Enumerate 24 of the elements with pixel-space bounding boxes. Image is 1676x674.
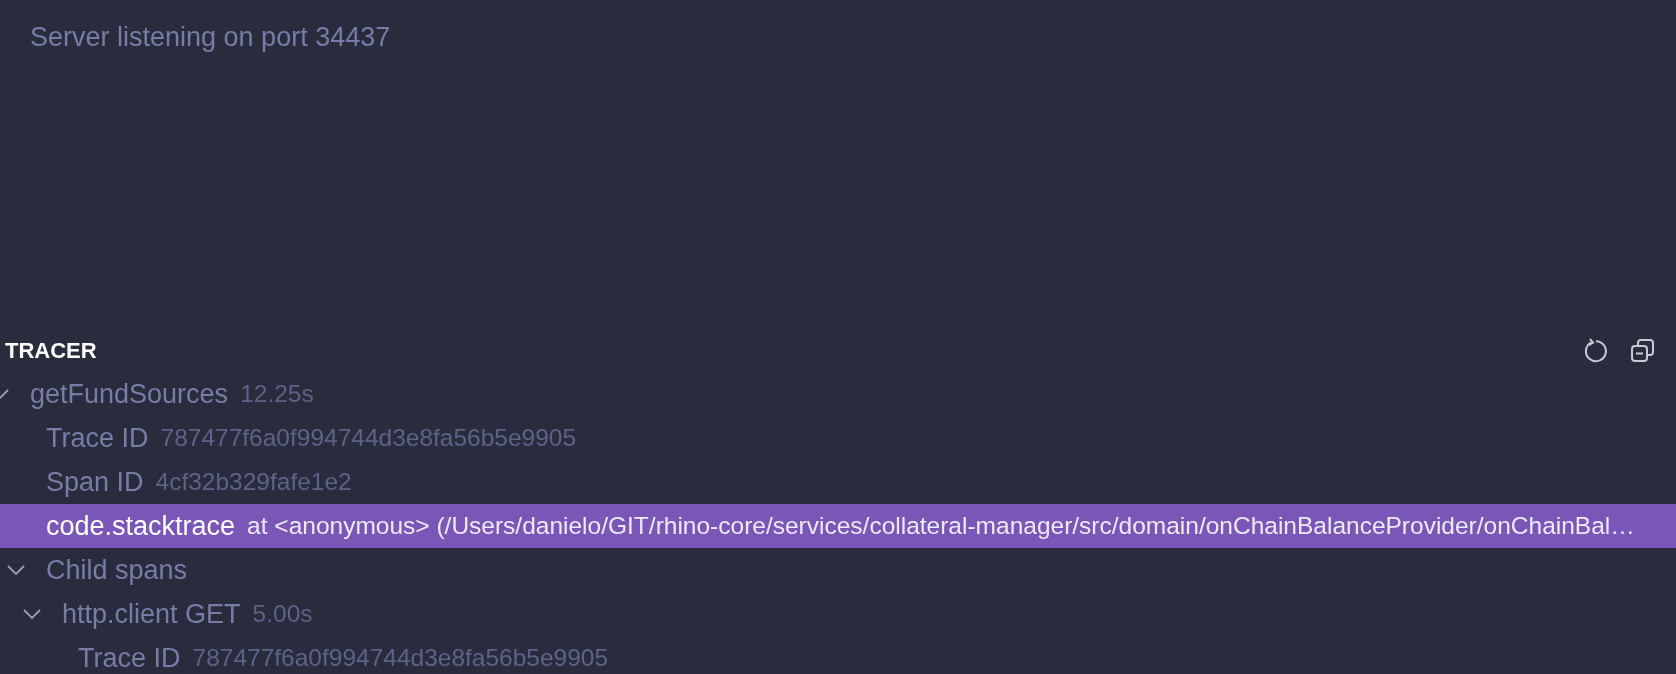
span-name: http.client GET bbox=[62, 598, 241, 630]
attribute-key: code.stacktrace bbox=[46, 510, 236, 542]
panel-title: TRACER bbox=[5, 338, 98, 364]
tree-item[interactable]: http.client GET 5.00s bbox=[0, 592, 1676, 636]
span-duration: 12.25s bbox=[240, 380, 314, 408]
attribute-row[interactable]: Trace ID 787477f6a0f994744d3e8fa56b5e9905 bbox=[0, 416, 1676, 460]
attribute-row[interactable]: Trace ID 787477f6a0f994744d3e8fa56b5e9905 bbox=[0, 636, 1676, 674]
attribute-value: 787477f6a0f994744d3e8fa56b5e9905 bbox=[192, 644, 609, 672]
span-name: getFundSources bbox=[30, 378, 229, 410]
attribute-key: Span ID bbox=[46, 466, 144, 498]
attribute-row[interactable]: Span ID 4cf32b329fafe1e2 bbox=[0, 460, 1676, 504]
attribute-key: Trace ID bbox=[46, 422, 149, 454]
refresh-icon[interactable] bbox=[1582, 338, 1608, 364]
tree-item[interactable]: Child spans bbox=[0, 548, 1676, 592]
server-status-message: Server listening on port 34437 bbox=[30, 22, 391, 52]
span-duration: 5.00s bbox=[252, 600, 313, 628]
attribute-value: at <anonymous> (/Users/danielo/GIT/rhino-core/services/collateral-manager/src/domain/onChainBalanceProvider/onChainBal… bbox=[247, 512, 1635, 540]
attribute-row[interactable]: code.stacktrace at <anonymous> (/Users/danielo/GIT/rhino-core/services/collateral-manager/src/domain/onChainBalanceProvider/onChainBal… bbox=[0, 504, 1676, 548]
attribute-value: 787477f6a0f994744d3e8fa56b5e9905 bbox=[160, 424, 577, 452]
collapse-all-icon[interactable] bbox=[1630, 338, 1656, 364]
tree-item[interactable]: getFundSources 12.25s bbox=[0, 372, 1676, 416]
attribute-key: Trace ID bbox=[78, 642, 181, 674]
attribute-value: 4cf32b329fafe1e2 bbox=[155, 468, 352, 496]
group-label: Child spans bbox=[46, 554, 188, 586]
